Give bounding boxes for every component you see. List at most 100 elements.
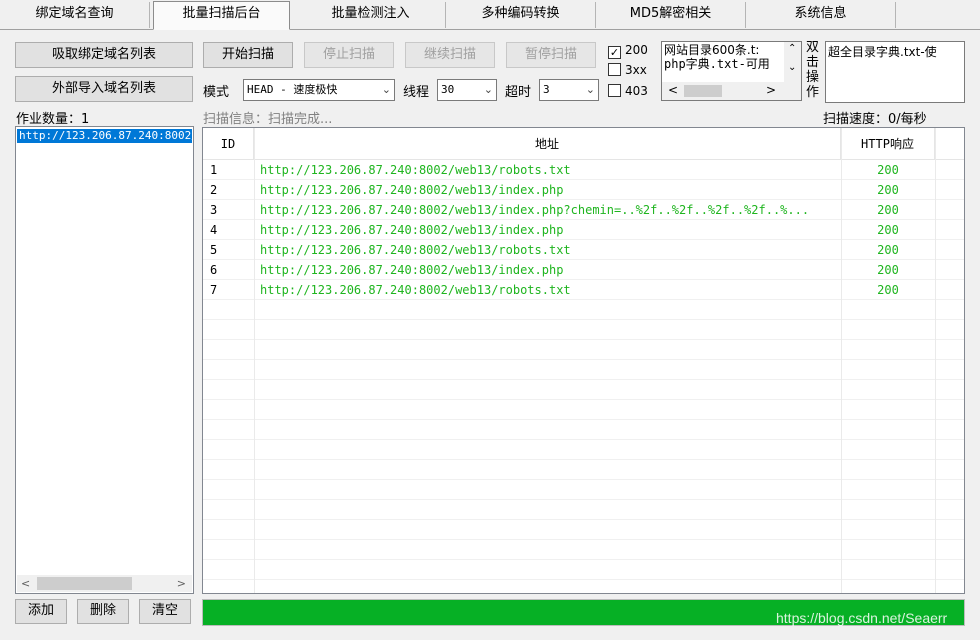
checkbox-200-label: 200: [625, 43, 648, 57]
chevron-down-icon[interactable]: ⌄: [788, 62, 796, 73]
table-row[interactable]: 5 http://123.206.87.240:8002/web13/robots…: [203, 240, 964, 260]
table-row[interactable]: [203, 440, 964, 460]
selected-dictionary-box[interactable]: 超全目录字典.txt-使: [825, 41, 965, 103]
start-scan-button[interactable]: 开始扫描: [203, 42, 293, 68]
tab-system-info[interactable]: 系统信息: [746, 2, 896, 28]
table-row[interactable]: [203, 460, 964, 480]
cell-http-code: 200: [877, 183, 899, 197]
checkbox-403-label: 403: [625, 84, 648, 98]
checkbox-3xx-label: 3xx: [625, 63, 647, 77]
cell-address: http://123.206.87.240:8002/web13/robots.…: [260, 163, 571, 177]
dictionary-item[interactable]: php字典.txt-可用: [664, 57, 770, 71]
job-count-label: 作业数量：1: [16, 112, 90, 127]
tab-batch-scan-admin[interactable]: 批量扫描后台: [153, 1, 290, 30]
dictionary-vscrollbar[interactable]: ⌃ ⌄: [784, 42, 801, 82]
mode-label: 模式: [203, 85, 230, 100]
dictionary-list[interactable]: 网站目录600条.t: php字典.txt-可用 ⌃ ⌄ < >: [661, 41, 802, 101]
tab-bind-domain-query[interactable]: 绑定域名查询: [0, 2, 150, 28]
table-row[interactable]: 7 http://123.206.87.240:8002/web13/robots…: [203, 280, 964, 300]
continue-scan-button[interactable]: 继续扫描: [405, 42, 495, 68]
table-row[interactable]: 2 http://123.206.87.240:8002/web13/index.…: [203, 180, 964, 200]
tab-encoding-convert[interactable]: 多种编码转换: [446, 2, 596, 28]
chevron-down-icon: ⌄: [483, 83, 493, 96]
tab-batch-injection[interactable]: 批量检测注入: [296, 2, 446, 28]
table-row[interactable]: 3 http://123.206.87.240:8002/web13/index.…: [203, 200, 964, 220]
cell-address: http://123.206.87.240:8002/web13/robots.…: [260, 283, 571, 297]
double-click-label: 双击操作: [806, 40, 820, 100]
timeout-label: 超时: [505, 85, 532, 100]
scroll-right-icon[interactable]: >: [177, 575, 186, 592]
cell-address: http://123.206.87.240:8002/web13/index.p…: [260, 183, 564, 197]
mode-value: HEAD - 速度极快: [247, 83, 338, 96]
domain-list-hscrollbar[interactable]: < >: [17, 575, 192, 592]
cell-http-code: 200: [877, 283, 899, 297]
cell-http-code: 200: [877, 203, 899, 217]
scroll-left-icon[interactable]: <: [21, 575, 30, 592]
checkbox-403[interactable]: 403: [608, 84, 648, 98]
table-row[interactable]: [203, 300, 964, 320]
dictionary-item[interactable]: 网站目录600条.t:: [664, 43, 759, 57]
table-row[interactable]: [203, 340, 964, 360]
threads-select[interactable]: 30 ⌄: [437, 79, 497, 101]
table-row[interactable]: [203, 480, 964, 500]
scan-speed-label: 扫描速度：0/每秒: [823, 112, 927, 127]
scan-info-label: 扫描信息：扫描完成...: [203, 112, 333, 127]
tab-md5[interactable]: MD5解密相关: [596, 2, 746, 28]
table-row[interactable]: 4 http://123.206.87.240:8002/web13/index.…: [203, 220, 964, 240]
list-item[interactable]: http://123.206.87.240:8002/web13/: [17, 129, 192, 143]
scroll-left-icon[interactable]: <: [668, 83, 678, 97]
table-row[interactable]: [203, 520, 964, 540]
cell-id: 4: [210, 223, 218, 237]
cell-id: 1: [210, 163, 218, 177]
cell-address: http://123.206.87.240:8002/web13/index.p…: [260, 263, 564, 277]
dictionary-hscrollbar[interactable]: < >: [662, 82, 801, 100]
watermark-text: https://blog.csdn.net/Seaerr: [776, 610, 948, 626]
cell-http-code: 200: [877, 263, 899, 277]
clear-button[interactable]: 清空: [139, 599, 191, 624]
threads-label: 线程: [403, 85, 430, 100]
cell-id: 5: [210, 243, 218, 257]
table-row[interactable]: [203, 360, 964, 380]
cell-id: 3: [210, 203, 218, 217]
table-header: ID 地址 HTTP响应: [203, 128, 964, 160]
pause-scan-button[interactable]: 暂停扫描: [506, 42, 596, 68]
cell-http-code: 200: [877, 243, 899, 257]
cell-address: http://123.206.87.240:8002/web13/index.p…: [260, 223, 564, 237]
table-row[interactable]: [203, 420, 964, 440]
scrollbar-thumb[interactable]: [684, 85, 722, 97]
cell-http-code: 200: [877, 163, 899, 177]
scrollbar-thumb[interactable]: [37, 577, 132, 590]
chevron-down-icon: ⌄: [381, 83, 391, 96]
chevron-up-icon[interactable]: ⌃: [788, 43, 796, 54]
table-row[interactable]: [203, 380, 964, 400]
stop-scan-button[interactable]: 停止扫描: [304, 42, 394, 68]
column-header-address[interactable]: 地址: [254, 128, 841, 160]
delete-button[interactable]: 删除: [77, 599, 129, 624]
cell-address: http://123.206.87.240:8002/web13/robots.…: [260, 243, 571, 257]
fetch-bound-domains-button[interactable]: 吸取绑定域名列表: [15, 42, 193, 68]
table-row[interactable]: [203, 560, 964, 580]
table-row[interactable]: [203, 320, 964, 340]
chevron-down-icon: ⌄: [585, 83, 595, 96]
mode-select[interactable]: HEAD - 速度极快 ⌄: [243, 79, 395, 101]
cell-id: 2: [210, 183, 218, 197]
selected-dictionary-text: 超全目录字典.txt-使: [828, 45, 937, 59]
checkbox-3xx[interactable]: 3xx: [608, 63, 647, 77]
tab-bar: 绑定域名查询 批量扫描后台 批量检测注入 多种编码转换 MD5解密相关 系统信息: [0, 0, 980, 30]
table-row[interactable]: 6 http://123.206.87.240:8002/web13/index.…: [203, 260, 964, 280]
domain-list[interactable]: http://123.206.87.240:8002/web13/ < >: [15, 126, 194, 594]
column-header-id[interactable]: ID: [203, 128, 254, 160]
table-row[interactable]: [203, 540, 964, 560]
table-row[interactable]: [203, 500, 964, 520]
import-domains-button[interactable]: 外部导入域名列表: [15, 76, 193, 102]
timeout-select[interactable]: 3 ⌄: [539, 79, 599, 101]
results-table[interactable]: ID 地址 HTTP响应 1 http://123.206.87.240:8002…: [202, 127, 965, 594]
cell-http-code: 200: [877, 223, 899, 237]
checkbox-empty-icon: [608, 84, 621, 97]
table-row[interactable]: [203, 400, 964, 420]
checkbox-200[interactable]: ✓ 200: [608, 43, 648, 59]
table-row[interactable]: 1 http://123.206.87.240:8002/web13/robots…: [203, 160, 964, 180]
scroll-right-icon[interactable]: >: [766, 83, 776, 97]
column-header-http[interactable]: HTTP响应: [841, 128, 935, 160]
add-button[interactable]: 添加: [15, 599, 67, 624]
